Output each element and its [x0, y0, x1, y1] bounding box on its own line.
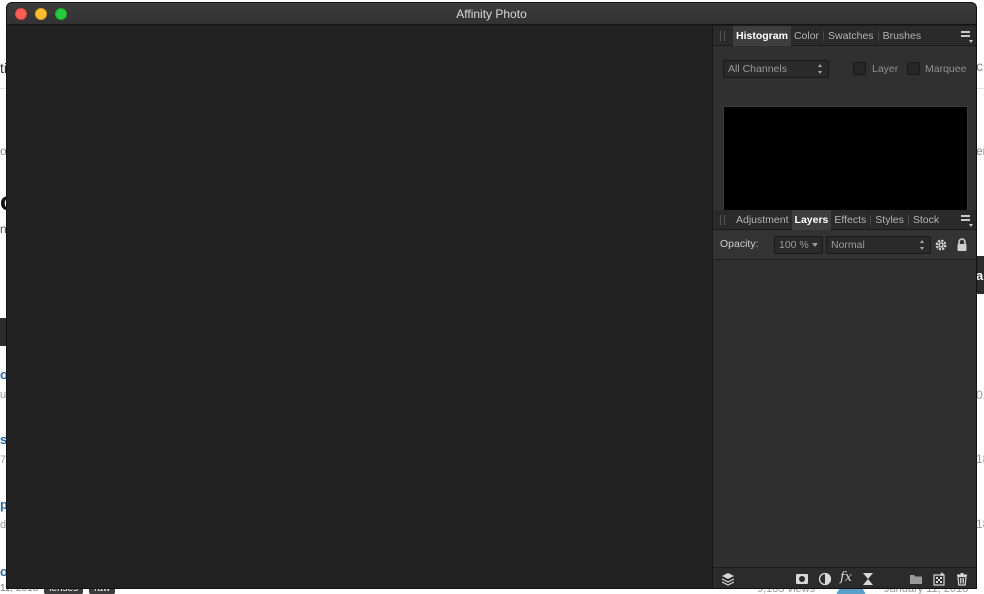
histogram-display — [723, 106, 968, 222]
bg-fragment: 18 — [976, 452, 984, 466]
blend-mode-value: Normal — [831, 239, 865, 251]
opacity-value: 100 % — [779, 239, 809, 251]
tab-color[interactable]: Color — [791, 26, 822, 46]
bg-fragment: n — [0, 222, 7, 236]
tab-stock[interactable]: Stock — [910, 210, 942, 230]
channel-select[interactable]: All Channels — [723, 60, 829, 78]
bg-fragment: ar — [976, 268, 984, 283]
tab-effects[interactable]: Effects — [831, 210, 869, 230]
gear-icon[interactable] — [934, 238, 948, 252]
tab-layers[interactable]: Layers — [791, 210, 832, 230]
tab-histogram[interactable]: Histogram — [733, 26, 791, 46]
layer-checkbox-label: Layer — [872, 63, 899, 75]
layer-options-row: Opacity: 100 % Normal — [713, 230, 976, 260]
app-window: Affinity Photo Histogram Color Swatches … — [7, 3, 976, 588]
adjustment-icon[interactable] — [818, 572, 832, 586]
tab-adjustment[interactable]: Adjustment — [733, 210, 792, 230]
fx-icon[interactable]: fx — [840, 570, 852, 585]
bg-fragment: u — [0, 389, 7, 401]
lock-icon[interactable] — [956, 238, 968, 252]
group-folder-icon[interactable] — [909, 572, 923, 586]
layers-tabs: Adjustment Layers Effects Styles Stock — [733, 210, 942, 230]
window-title: Affinity Photo — [456, 7, 527, 21]
tab-separator — [870, 215, 872, 225]
histogram-tabs: Histogram Color Swatches Brushes — [733, 26, 924, 46]
bg-fragment: ti — [0, 60, 7, 76]
select-arrows-icon — [818, 64, 823, 74]
bg-fragment: ch — [976, 58, 984, 74]
layers-panel: Opacity: 100 % Normal fx — [713, 230, 976, 588]
tab-separator — [907, 215, 909, 225]
bg-dark-bar — [0, 318, 7, 346]
marquee-checkbox-label: Marquee — [925, 63, 967, 75]
bg-fragment: 18 — [976, 517, 984, 531]
histogram-tab-bar: Histogram Color Swatches Brushes — [713, 26, 976, 46]
layers-footer-toolbar: fx — [713, 567, 976, 588]
right-panel-column: Histogram Color Swatches Brushes All Cha… — [712, 26, 976, 588]
channel-select-value: All Channels — [728, 63, 787, 75]
panel-grip-handle[interactable] — [720, 215, 725, 225]
tab-styles[interactable]: Styles — [872, 210, 907, 230]
document-canvas[interactable] — [7, 26, 712, 588]
tab-separator — [823, 31, 825, 41]
layers-tab-bar: Adjustment Layers Effects Styles Stock — [713, 210, 976, 230]
layers-stack-icon[interactable] — [721, 572, 735, 586]
opacity-dropdown-icon — [812, 243, 818, 247]
bg-fragment: 7 — [0, 454, 7, 466]
bg-fragment: er — [976, 144, 984, 158]
panel-grip-handle[interactable] — [720, 31, 725, 41]
bg-fragment: 01 — [976, 388, 984, 402]
panel-menu-icon[interactable] — [961, 215, 973, 227]
layers-list[interactable] — [713, 260, 976, 568]
tab-brushes[interactable]: Brushes — [880, 26, 925, 46]
layer-checkbox[interactable] — [853, 62, 866, 75]
marquee-checkbox[interactable] — [907, 62, 920, 75]
mask-icon[interactable] — [795, 572, 809, 586]
add-pixel-layer-icon[interactable] — [932, 572, 946, 586]
tab-separator — [877, 31, 879, 41]
histogram-panel: All Channels Layer Marquee — [713, 46, 976, 222]
live-filter-icon[interactable] — [861, 572, 875, 586]
blend-mode-select[interactable]: Normal — [826, 236, 931, 254]
opacity-label: Opacity: — [720, 238, 759, 250]
title-bar[interactable]: Affinity Photo — [7, 3, 976, 25]
tab-swatches[interactable]: Swatches — [825, 26, 877, 46]
select-arrows-icon — [920, 240, 925, 250]
panel-menu-icon[interactable] — [961, 31, 973, 43]
opacity-field[interactable]: 100 % — [774, 236, 823, 254]
trash-icon[interactable] — [955, 572, 969, 586]
